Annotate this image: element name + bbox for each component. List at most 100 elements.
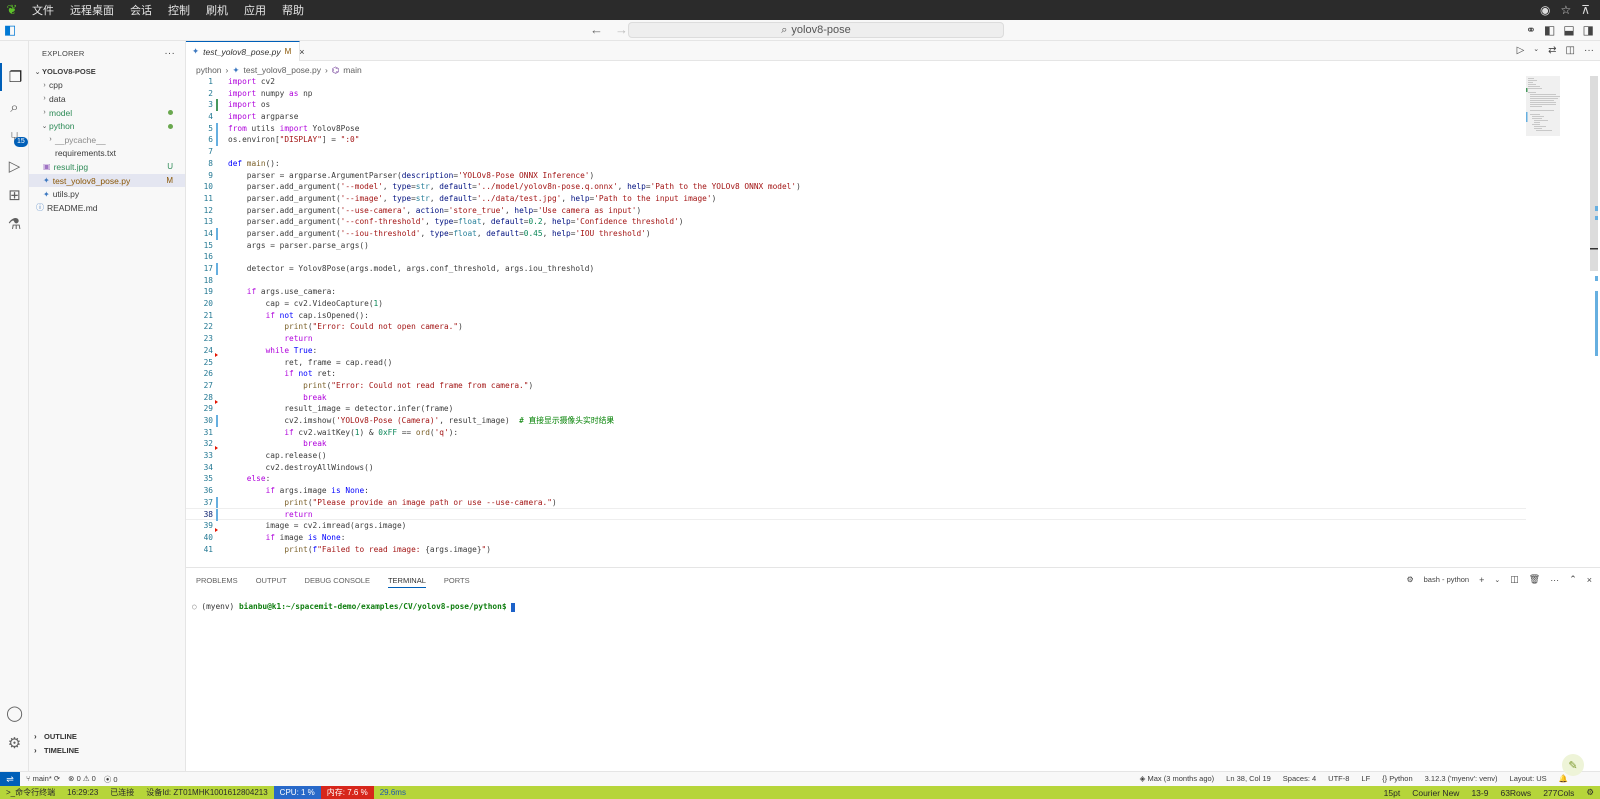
breadcrumb-symbol[interactable]: main xyxy=(343,65,361,75)
keyboard-layout[interactable]: Layout: US xyxy=(1510,774,1547,783)
code-line[interactable]: 5 from utils import Yolov8Pose xyxy=(186,122,1526,135)
encoding[interactable]: UTF-8 xyxy=(1328,774,1349,783)
minimap[interactable] xyxy=(1526,76,1560,556)
copilot-icon[interactable]: ⚭ xyxy=(1526,23,1536,37)
font-size[interactable]: 15pt xyxy=(1378,786,1407,799)
code-line[interactable]: 23 return xyxy=(186,333,1526,345)
code-line[interactable]: 30 cv2.imshow('YOLOv8-Pose (Camera)', re… xyxy=(186,414,1526,427)
command-center-search[interactable]: ⌕ yolov8-pose xyxy=(628,22,1004,38)
tree-item-readme[interactable]: ⓘ README.md xyxy=(29,201,185,215)
code-line[interactable]: 10 parser.add_argument('--model', type=s… xyxy=(186,181,1526,193)
code-line[interactable]: 37 print("Please provide an image path o… xyxy=(186,496,1526,509)
arrow-left-icon[interactable]: ← xyxy=(590,22,603,37)
settings-icon[interactable]: ⚙ xyxy=(1580,786,1600,799)
arrow-right-icon[interactable]: → xyxy=(615,22,628,37)
maximize-panel-icon[interactable]: ⌃ xyxy=(1569,574,1577,585)
code-line[interactable]: 7 xyxy=(186,146,1526,158)
code-line[interactable]: 34 cv2.destroyAllWindows() xyxy=(186,462,1526,474)
tab-ports[interactable]: PORTS xyxy=(444,576,470,588)
code-line[interactable]: 2 import numpy as np xyxy=(186,88,1526,100)
code-line[interactable]: 40 if image is None: xyxy=(186,532,1526,544)
language-mode[interactable]: {} Python xyxy=(1382,774,1412,783)
chevron-down-icon[interactable]: ⌄ xyxy=(1533,45,1539,56)
tab-test-yolov8-pose[interactable]: ✦ test_yolov8_pose.py M × xyxy=(186,41,305,61)
code-line[interactable]: 19 if args.use_camera: xyxy=(186,286,1526,298)
code-line[interactable]: 39 image = cv2.imread(args.image) xyxy=(186,520,1526,533)
toggle-sidebar-icon[interactable]: ◧ xyxy=(1544,23,1555,37)
code-line[interactable]: 36 if args.image is None: xyxy=(186,485,1526,497)
bell-icon[interactable]: 🔔 xyxy=(1559,774,1568,783)
tab-problems[interactable]: PROBLEMS xyxy=(196,576,238,588)
extensions-icon[interactable]: ⊞ xyxy=(0,181,29,209)
tree-item-requirements[interactable]: requirements.txt xyxy=(29,147,185,161)
star-icon[interactable]: ☆ xyxy=(1560,3,1571,17)
tab-debug-console[interactable]: DEBUG CONSOLE xyxy=(305,576,370,588)
remote-indicator-icon[interactable]: ⇌ xyxy=(0,772,20,787)
terminal-name[interactable]: bash - python xyxy=(1424,575,1469,584)
code-line[interactable]: 9 parser = argparse.ArgumentParser(descr… xyxy=(186,170,1526,182)
code-editor[interactable]: 1 import cv2 2 import numpy as np 3 import … xyxy=(186,76,1526,556)
menu-apps[interactable]: 应用 xyxy=(236,2,274,18)
open-changes-icon[interactable]: ⇄ xyxy=(1548,45,1556,56)
code-line[interactable]: 21 if not cap.isOpened(): xyxy=(186,310,1526,322)
close-icon[interactable]: × xyxy=(299,47,304,57)
workspace-root[interactable]: ⌄ YOLOV8-POSE xyxy=(29,65,185,79)
menu-control[interactable]: 控制 xyxy=(160,2,198,18)
floating-notes-icon[interactable]: ✎ xyxy=(1562,754,1584,776)
code-line[interactable]: 41 print(f"Failed to read image: {args.i… xyxy=(186,544,1526,556)
tree-item-data[interactable]: › data xyxy=(29,92,185,106)
code-line[interactable]: 15 args = parser.parse_args() xyxy=(186,240,1526,252)
split-editor-icon[interactable]: ◫ xyxy=(1566,45,1575,56)
timeline-section[interactable]: › TIMELINE xyxy=(29,744,186,757)
code-line[interactable]: 22 print("Error: Could not open camera."… xyxy=(186,321,1526,333)
code-line[interactable]: 18 xyxy=(186,275,1526,287)
chevron-down-icon[interactable]: ⌄ xyxy=(1494,576,1500,584)
end-of-line[interactable]: LF xyxy=(1361,774,1370,783)
code-line[interactable]: 27 print("Error: Could not read frame fr… xyxy=(186,380,1526,392)
indentation[interactable]: Spaces: 4 xyxy=(1283,774,1316,783)
tree-item-model[interactable]: › model xyxy=(29,106,185,120)
tree-item-test-yolov8-pose[interactable]: ✦ test_yolov8_pose.py M xyxy=(29,173,185,188)
tree-item-pycache[interactable]: › __pycache__ xyxy=(29,133,185,147)
tab-output[interactable]: OUTPUT xyxy=(256,576,287,588)
breadcrumb-file[interactable]: test_yolov8_pose.py xyxy=(244,65,322,75)
terminal-mode[interactable]: >_ 命令行终端 xyxy=(0,786,61,799)
menu-file[interactable]: 文件 xyxy=(24,2,62,18)
run-debug-icon[interactable]: ▷ xyxy=(0,152,29,180)
menu-session[interactable]: 会话 xyxy=(122,2,160,18)
problems-status[interactable]: ⊗ 0 ⚠ 0 xyxy=(68,774,96,785)
source-control-icon[interactable]: ⑂ 15 xyxy=(0,123,29,151)
code-line[interactable]: 13 parser.add_argument('--conf-threshold… xyxy=(186,216,1526,228)
new-terminal-icon[interactable]: + xyxy=(1479,575,1484,585)
tree-item-python[interactable]: ⌄ python xyxy=(29,119,185,133)
font-name[interactable]: Courier New xyxy=(1406,786,1465,799)
code-line[interactable]: 28 break xyxy=(186,392,1526,404)
outline-section[interactable]: › OUTLINE xyxy=(29,730,186,743)
code-line[interactable]: 8 def main(): xyxy=(186,158,1526,170)
settings-gear-icon[interactable]: ⚙ xyxy=(0,729,29,757)
python-interpreter[interactable]: 3.12.3 ('myenv': venv) xyxy=(1425,774,1498,783)
code-line[interactable]: 6 os.environ["DISPLAY"] = ":0" xyxy=(186,134,1526,147)
pin-icon[interactable]: ⊼ xyxy=(1581,3,1590,17)
code-line[interactable]: 31 if cv2.waitKey(1) & 0xFF == ord('q'): xyxy=(186,427,1526,439)
toggle-panel-icon[interactable]: ⬓ xyxy=(1563,23,1574,37)
account-icon[interactable]: ◯ xyxy=(0,699,29,727)
branch-status[interactable]: ⑂ main* ⟳ xyxy=(26,774,60,785)
code-line[interactable]: 33 cap.release() xyxy=(186,450,1526,462)
code-line[interactable]: 24 while True: xyxy=(186,345,1526,357)
code-line[interactable]: 14 parser.add_argument('--iou-threshold'… xyxy=(186,227,1526,240)
code-line[interactable]: 1 import cv2 xyxy=(186,76,1526,88)
account-circle-icon[interactable]: ◉ xyxy=(1540,3,1550,17)
menu-flash[interactable]: 刷机 xyxy=(198,2,236,18)
more-actions-icon[interactable]: ··· xyxy=(1584,45,1594,56)
search-icon[interactable]: ⌕ xyxy=(0,93,29,121)
split-terminal-icon[interactable]: ◫ xyxy=(1510,574,1519,585)
explorer-icon[interactable]: ❐ xyxy=(0,63,29,91)
tree-item-utils[interactable]: ✦ utils.py xyxy=(29,187,185,201)
code-line[interactable]: 32 break xyxy=(186,438,1526,451)
menu-help[interactable]: 帮助 xyxy=(274,2,312,18)
cursor-position[interactable]: Ln 38, Col 19 xyxy=(1226,774,1271,783)
testing-icon[interactable]: ⚗ xyxy=(0,210,29,238)
code-line[interactable]: 16 xyxy=(186,251,1526,263)
close-icon[interactable]: × xyxy=(1587,575,1592,585)
